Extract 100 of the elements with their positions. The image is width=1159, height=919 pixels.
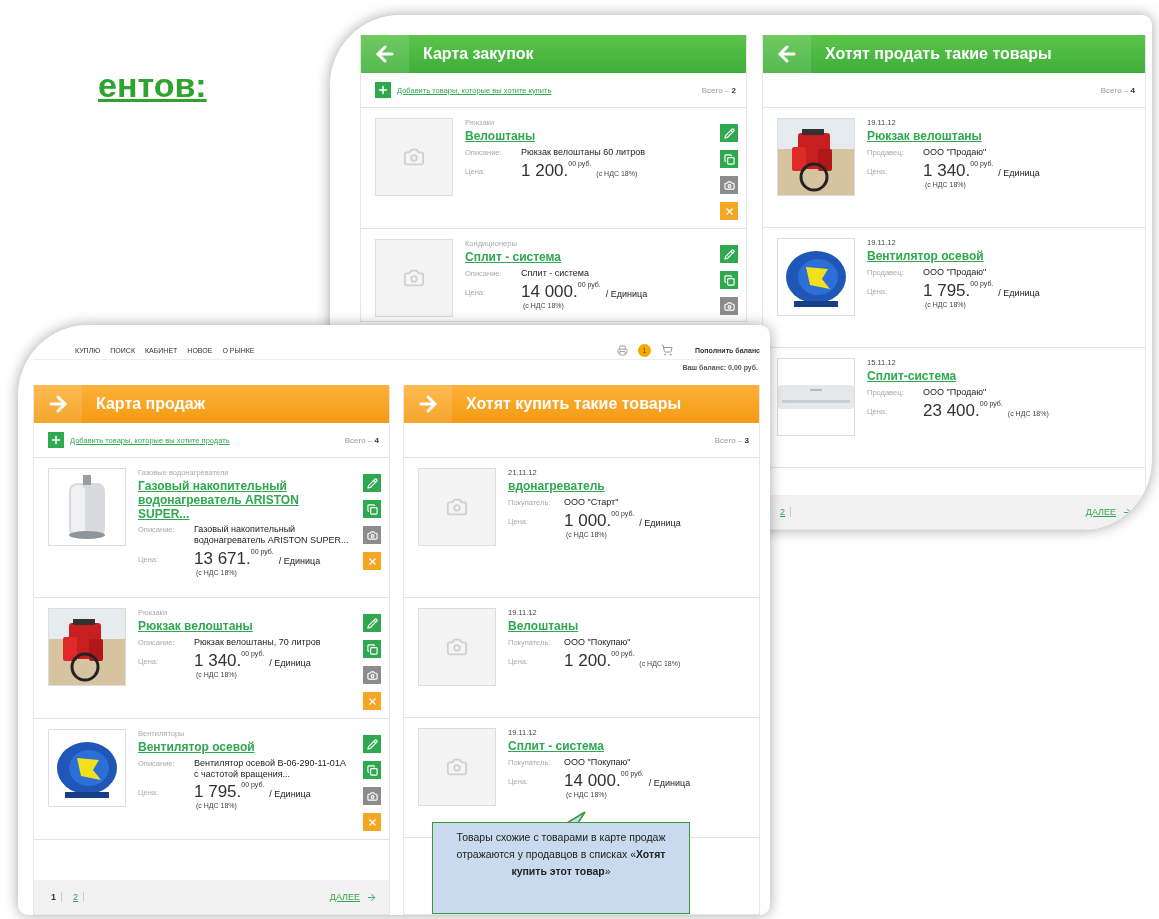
price-text: 1 795.$^{00 руб.}$ <box>923 280 994 301</box>
delete-button[interactable] <box>720 202 738 220</box>
plus-icon <box>377 84 389 96</box>
copy-button[interactable] <box>363 761 381 779</box>
field-value: Рюкзак велоштаны 60 литров <box>521 146 645 158</box>
panel-title: Карта продаж <box>96 395 205 413</box>
delete-button[interactable] <box>363 813 381 831</box>
camera-icon <box>403 146 425 168</box>
camera-icon <box>446 636 468 658</box>
field-value: Вентилятор осевой В-06-290-11-01А с частотой вращения... <box>194 757 347 780</box>
add-button[interactable] <box>48 432 64 448</box>
camera-icon <box>723 300 735 312</box>
copy-icon <box>723 274 735 286</box>
pencil-icon <box>366 617 378 629</box>
price-text: 1 795.$^{00 руб.}$ <box>194 782 265 803</box>
product-link[interactable]: Сплит - система <box>465 251 708 265</box>
copy-icon <box>366 503 378 515</box>
unit-label: / Единица <box>269 657 311 668</box>
camera-icon <box>723 179 735 191</box>
field-value: Рюкзак велоштаны, 70 литров <box>194 636 321 648</box>
product-link[interactable]: Сплит - система <box>508 740 751 754</box>
product-link[interactable]: Рюкзак велоштаны <box>138 620 351 634</box>
delete-button[interactable] <box>363 552 381 570</box>
unit-label: / Единица <box>278 556 321 566</box>
cart-icon[interactable] <box>661 344 674 356</box>
photo-button[interactable] <box>363 666 381 684</box>
page-link[interactable]: 1 <box>46 892 62 902</box>
pencil-icon <box>366 738 378 750</box>
camera-icon <box>446 496 468 518</box>
unit-label: / Единица <box>648 777 691 788</box>
callout-text: Товары схожие с товарами в карте продаж отражаются у продавцов в списках «Хотят купить этот товар» <box>432 822 690 914</box>
panel-title: Хотят продать такие товары <box>825 45 1052 63</box>
photo-button[interactable] <box>720 176 738 194</box>
price-text: 23 400.$^{00 руб.}$ <box>923 400 1003 421</box>
plus-icon <box>50 434 62 446</box>
copy-button[interactable] <box>363 640 381 658</box>
field-value: ООО "Продаю" <box>923 386 987 398</box>
product-link[interactable]: Вентилятор осевой <box>867 250 1137 264</box>
edit-button[interactable] <box>720 245 738 263</box>
photo-button[interactable] <box>363 787 381 805</box>
unit-label: / Единица <box>998 287 1040 298</box>
product-link[interactable]: Вентилятор осевой <box>138 741 351 755</box>
panel-title: Хотят купить такие товары <box>466 395 682 413</box>
field-value: Сплит - система <box>521 267 590 279</box>
field-value: ООО "Покупаю" <box>564 636 631 648</box>
copy-button[interactable] <box>720 271 738 289</box>
edit-button[interactable] <box>363 735 381 753</box>
next-link[interactable]: ДАЛЕЕ <box>1085 507 1116 517</box>
next-link[interactable]: ДАЛЕЕ <box>329 892 360 902</box>
total-count: Всего – 4 <box>344 435 379 445</box>
pencil-icon <box>723 248 735 260</box>
copy-icon <box>723 153 735 165</box>
edit-button[interactable] <box>363 614 381 632</box>
printer-icon[interactable] <box>617 344 629 356</box>
price-text: 1 000.$^{00 руб.}$ <box>564 510 635 531</box>
camera-icon <box>446 756 468 778</box>
price-text: 13 671.$^{00 руб.}$ <box>194 549 274 569</box>
copy-button[interactable] <box>720 150 738 168</box>
close-icon <box>723 205 735 217</box>
field-value: ООО "Старт" <box>564 496 619 508</box>
field-value: ООО "Продаю" <box>923 266 987 278</box>
total-count: Всего – 4 <box>1100 85 1135 95</box>
product-link[interactable]: Велоштаны <box>465 130 708 144</box>
copy-button[interactable] <box>363 500 381 518</box>
delete-button[interactable] <box>363 692 381 710</box>
product-link[interactable]: Сплит-система <box>867 370 1137 384</box>
pencil-icon <box>366 477 378 489</box>
add-button[interactable] <box>375 82 391 98</box>
edit-button[interactable] <box>720 124 738 142</box>
close-icon <box>366 816 378 828</box>
camera-icon <box>403 267 425 289</box>
copy-icon <box>366 643 378 655</box>
slide-title: ентов: <box>98 66 207 105</box>
price-text: 14 000.$^{00 руб.}$ <box>564 770 644 791</box>
unit-label: / Единица <box>998 167 1040 178</box>
photo-button[interactable] <box>720 297 738 315</box>
camera-icon <box>366 529 378 541</box>
unit-label: / Единица <box>639 517 681 528</box>
unit-label: / Единица <box>269 789 311 800</box>
camera-icon <box>366 790 378 802</box>
price-text: 1 340.$^{00 руб.}$ <box>194 650 265 671</box>
total-count: Всего – 3 <box>714 435 749 445</box>
field-value: Газовый накопительный водонагреватель ARISTON SUPER... <box>194 524 350 546</box>
price-text: 1 340.$^{00 руб.}$ <box>923 160 994 181</box>
product-link[interactable]: Газовый накопительный водонагреватель ARISTON SUPER... <box>138 480 351 522</box>
product-link[interactable]: вдонагреватель <box>508 480 751 494</box>
price-text: 1 200.$^{00 руб.}$ <box>521 160 592 181</box>
price-text: 1 200.$^{00 руб.}$ <box>564 650 635 671</box>
pencil-icon <box>723 127 735 139</box>
product-link[interactable]: Велоштаны <box>508 620 751 634</box>
camera-icon <box>366 669 378 681</box>
field-value: ООО "Покупаю" <box>564 756 631 768</box>
field-value: ООО "Продаю" <box>923 146 987 158</box>
product-link[interactable]: Рюкзак велоштаны <box>867 130 1137 144</box>
photo-button[interactable] <box>363 526 381 544</box>
page-link[interactable]: 2 <box>775 507 791 517</box>
total-count: Всего – 2 <box>701 85 736 95</box>
copy-icon <box>366 764 378 776</box>
edit-button[interactable] <box>363 474 381 492</box>
page-link[interactable]: 2 <box>68 892 85 902</box>
